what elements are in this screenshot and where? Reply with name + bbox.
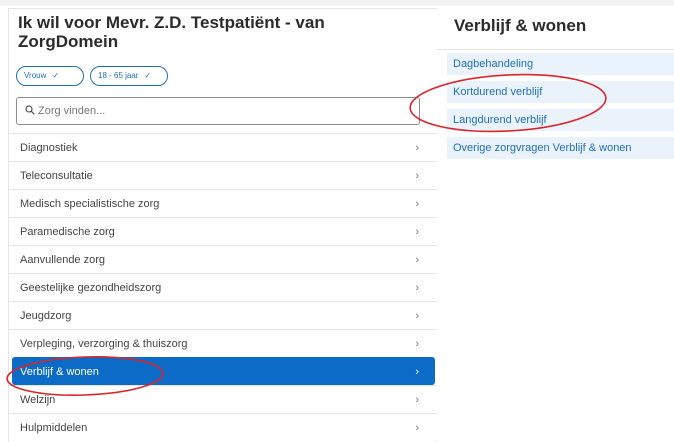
chevron-right-icon: › — [415, 226, 419, 238]
search-placeholder: Zorg vinden... — [38, 105, 106, 117]
chevron-right-icon: › — [415, 366, 419, 378]
filter-chip-gender[interactable]: Vrouw ✓ — [16, 66, 84, 86]
menu-item-paramedische-zorg[interactable]: Paramedische zorg › — [9, 217, 437, 245]
menu-item-label: Diagnostiek — [20, 142, 78, 154]
subcategory-overige-zorgvragen[interactable]: Overige zorgvragen Verblijf & wonen — [447, 137, 674, 159]
subcategory-title: Verblijf & wonen — [454, 16, 587, 35]
chevron-right-icon: › — [415, 338, 419, 350]
subcategory-kortdurend-verblijf[interactable]: Kortdurend verblijf — [447, 81, 674, 103]
search-icon — [25, 105, 35, 115]
page-title: Ik wil voor Mevr. Z.D. Testpatiënt - van… — [18, 13, 325, 51]
menu-item-verblijf-wonen[interactable]: Verblijf & wonen › — [12, 357, 435, 385]
subcategory-langdurend-verblijf[interactable]: Langdurend verblijf — [447, 109, 674, 131]
menu-item-label: Jeugdzorg — [20, 310, 72, 322]
chevron-right-icon: › — [415, 422, 419, 434]
menu-item-verpleging-verzorging-thuiszorg[interactable]: Verpleging, verzorging & thuiszorg › — [9, 329, 437, 357]
care-category-panel: Ik wil voor Mevr. Z.D. Testpatiënt - van… — [8, 8, 438, 442]
menu-item-label: Medisch specialistische zorg — [20, 198, 160, 210]
menu-item-welzijn[interactable]: Welzijn › — [9, 385, 437, 413]
menu-item-diagnostiek[interactable]: Diagnostiek › — [9, 133, 437, 161]
check-icon: ✓ — [144, 71, 152, 80]
chevron-right-icon: › — [415, 282, 419, 294]
subcategory-list: Dagbehandeling Kortdurend verblijf Langd… — [447, 53, 674, 165]
menu-item-label: Geestelijke gezondheidszorg — [20, 282, 162, 294]
chevron-right-icon: › — [415, 254, 419, 266]
menu-item-label: Paramedische zorg — [20, 226, 115, 238]
menu-item-medisch-specialistische-zorg[interactable]: Medisch specialistische zorg › — [9, 189, 437, 217]
check-icon: ✓ — [52, 71, 60, 80]
chevron-right-icon: › — [415, 198, 419, 210]
chevron-right-icon: › — [415, 170, 419, 182]
search-input[interactable]: Zorg vinden... — [16, 97, 420, 125]
menu-item-label: Verpleging, verzorging & thuiszorg — [20, 338, 188, 350]
category-menu: Diagnostiek › Teleconsultatie › Medisch sp… — [9, 133, 437, 441]
subcategory-dagbehandeling[interactable]: Dagbehandeling — [447, 53, 674, 75]
filter-chip-label: 18 - 65 jaar — [98, 71, 139, 80]
menu-item-geestelijke-gezondheidszorg[interactable]: Geestelijke gezondheidszorg › — [9, 273, 437, 301]
menu-item-label: Verblijf & wonen — [20, 366, 99, 378]
menu-item-label: Teleconsultatie — [20, 170, 93, 182]
menu-item-label: Hulpmiddelen — [20, 422, 88, 434]
top-strip — [0, 0, 674, 6]
menu-item-label: Aanvullende zorg — [20, 254, 106, 266]
filter-chip-age[interactable]: 18 - 65 jaar ✓ — [90, 66, 168, 86]
menu-item-aanvullende-zorg[interactable]: Aanvullende zorg › — [9, 245, 437, 273]
subcategory-panel: Verblijf & wonen Dagbehandeling Kortdure… — [437, 8, 674, 441]
filter-chip-label: Vrouw — [24, 71, 47, 80]
chevron-right-icon: › — [415, 310, 419, 322]
menu-item-teleconsultatie[interactable]: Teleconsultatie › — [9, 161, 437, 189]
divider — [437, 49, 674, 50]
menu-item-jeugdzorg[interactable]: Jeugdzorg › — [9, 301, 437, 329]
chevron-right-icon: › — [415, 142, 419, 154]
menu-item-label: Welzijn — [20, 394, 56, 406]
chevron-right-icon: › — [415, 394, 419, 406]
menu-item-hulpmiddelen[interactable]: Hulpmiddelen › — [9, 413, 437, 441]
